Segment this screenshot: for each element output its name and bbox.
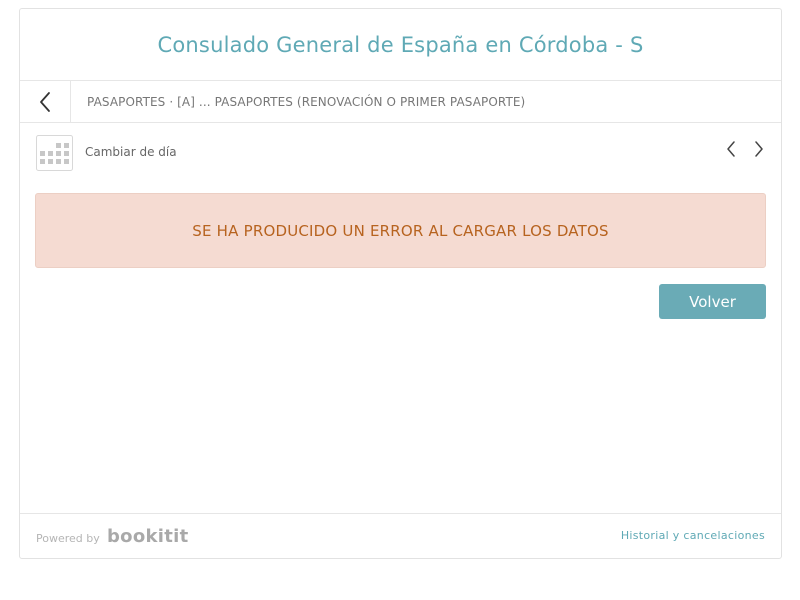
previous-day-button[interactable] — [722, 139, 740, 159]
history-cancellations-link[interactable]: Historial y cancelaciones — [621, 529, 765, 542]
powered-by-label: Powered by — [36, 532, 100, 545]
change-day-label: Cambiar de día — [85, 145, 177, 159]
booking-widget: Consulado General de España en Córdoba -… — [19, 8, 782, 559]
chevron-left-icon — [727, 141, 735, 157]
error-message: SE HA PRODUCIDO UN ERROR AL CARGAR LOS D… — [192, 221, 609, 240]
chevron-right-icon — [755, 141, 763, 157]
day-selector: Cambiar de día — [20, 123, 781, 183]
page-title: Consulado General de España en Córdoba -… — [157, 32, 644, 57]
widget-footer: Powered by bookitit Historial y cancelac… — [20, 513, 781, 559]
breadcrumb: PASAPORTES · [A] ... PASAPORTES (RENOVAC… — [87, 94, 526, 109]
bookitit-logo[interactable]: bookitit — [107, 526, 189, 547]
back-button[interactable] — [20, 81, 71, 122]
next-day-button[interactable] — [750, 139, 768, 159]
calendar-icon[interactable] — [36, 135, 73, 171]
back-action-button[interactable]: Volver — [659, 284, 766, 319]
navigation-bar: PASAPORTES · [A] ... PASAPORTES (RENOVAC… — [20, 81, 781, 123]
chevron-left-icon — [40, 91, 50, 112]
widget-header: Consulado General de España en Córdoba -… — [20, 9, 781, 81]
error-alert: SE HA PRODUCIDO UN ERROR AL CARGAR LOS D… — [35, 193, 766, 268]
